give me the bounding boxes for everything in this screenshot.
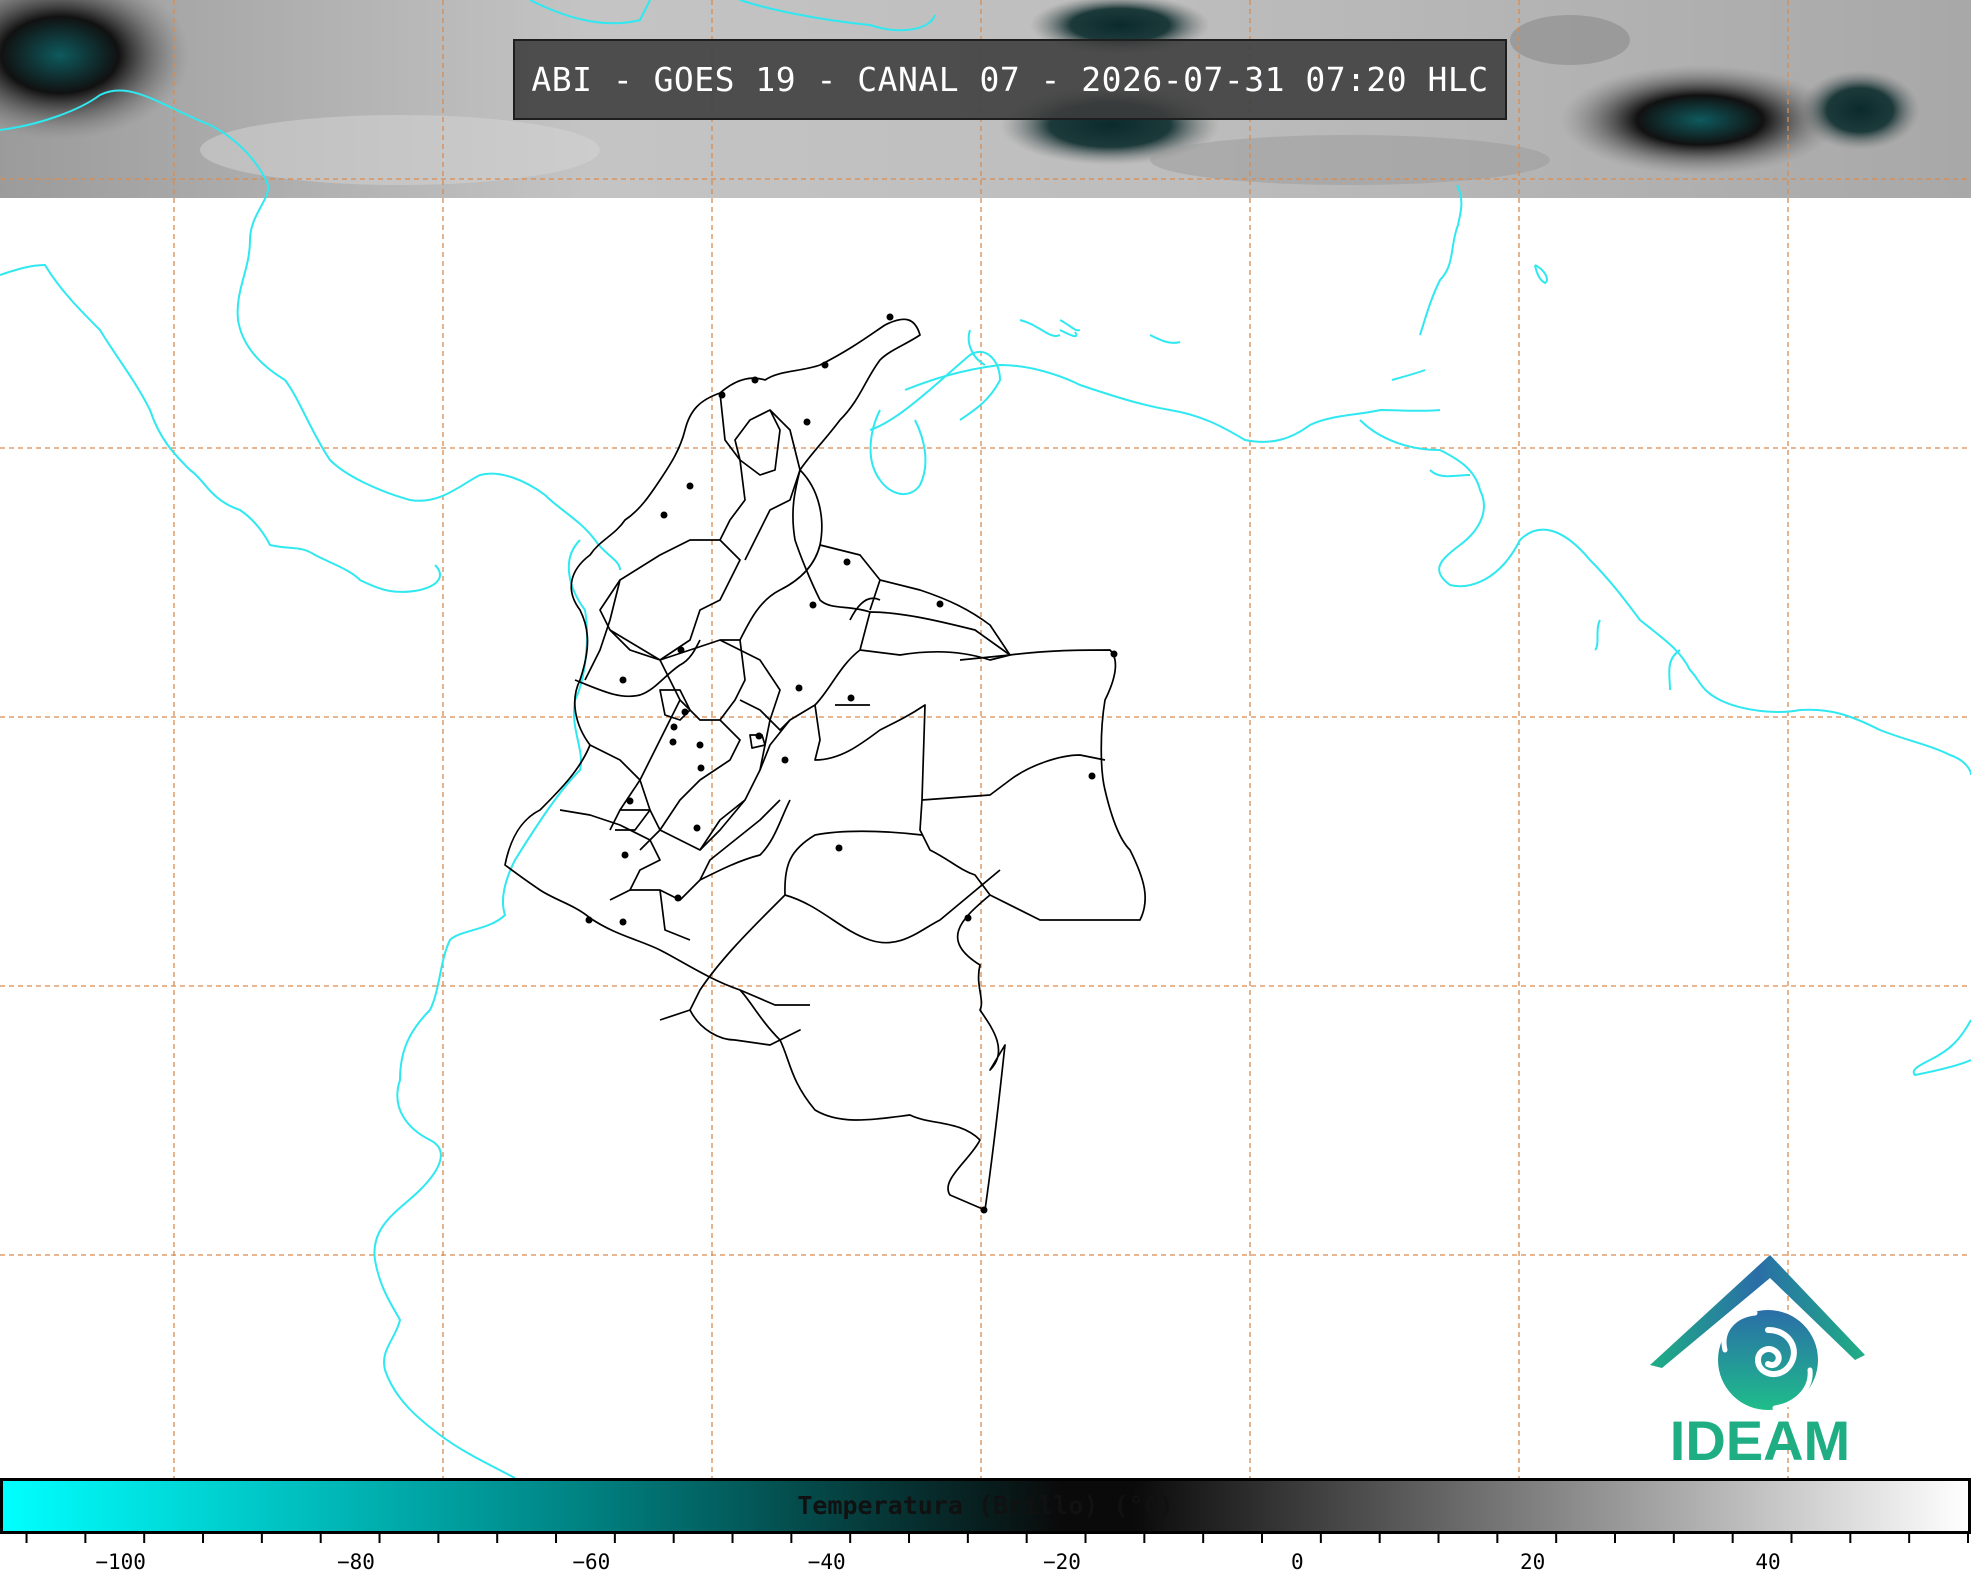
colorbar-ticks: [25, 1534, 1969, 1543]
colorbar-tick-label: 40: [1755, 1550, 1781, 1574]
colorbar-tick-label: −80: [337, 1550, 375, 1574]
colorbar-tick-label: −100: [95, 1550, 146, 1574]
map-title: ABI - GOES 19 - CANAL 07 - 2026-07-31 07…: [513, 39, 1507, 120]
ideam-logo-text: IDEAM: [1669, 1409, 1851, 1472]
colorbar-tick-label: 0: [1290, 1550, 1304, 1574]
country-borders: [504, 318, 1147, 1211]
colorbar-tick-label: 20: [1519, 1550, 1546, 1574]
colorbar-tick-label: −60: [572, 1550, 611, 1574]
colorbar-tick-label: −40: [807, 1550, 846, 1574]
colorbar-title: Temperatura (Brillo) (°C): [797, 1491, 1174, 1520]
colorbar-tick-label: −20: [1043, 1550, 1081, 1574]
